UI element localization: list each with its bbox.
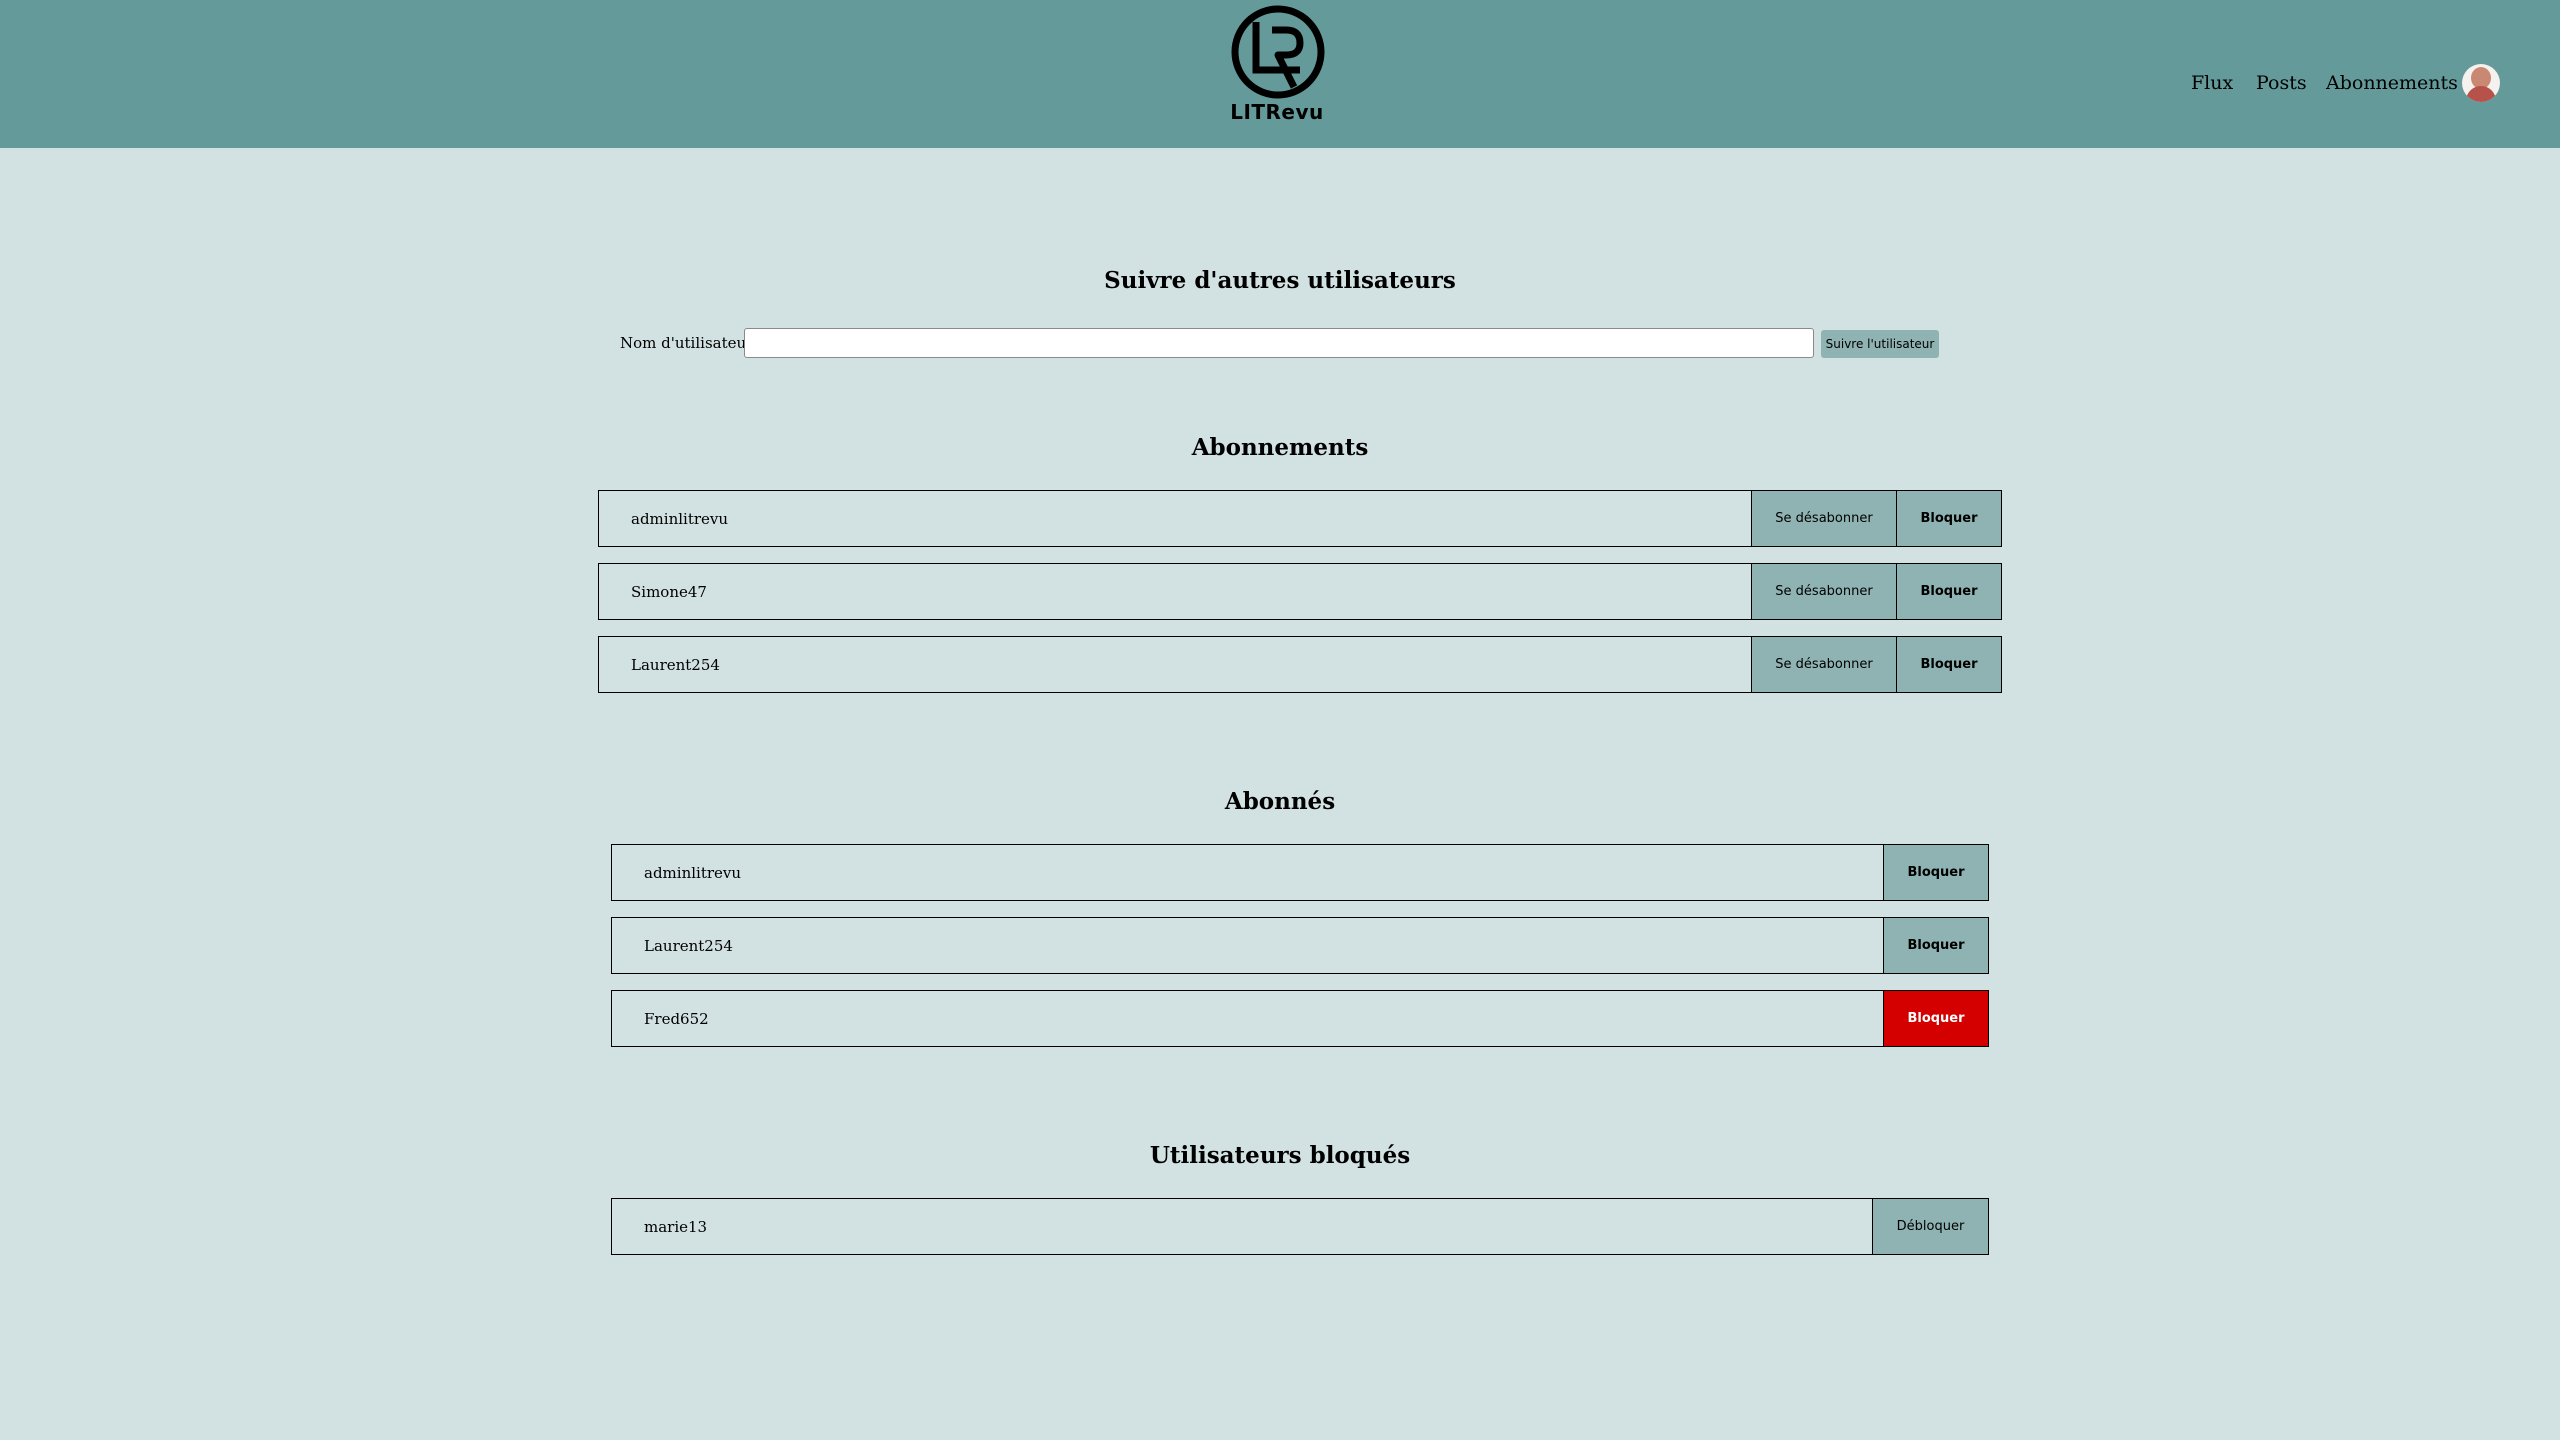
blocked-user-row: marie13 Débloquer	[611, 1198, 1989, 1255]
block-button-hovered[interactable]: Bloquer	[1883, 990, 1989, 1047]
username-label: Nom d'utilisateur :	[620, 334, 764, 352]
follower-row: adminlitrevu Bloquer	[611, 844, 1989, 901]
follower-row: Fred652 Bloquer	[611, 990, 1989, 1047]
user-avatar[interactable]	[2462, 64, 2500, 102]
nav-link-flux[interactable]: Flux	[2191, 72, 2233, 94]
follow-user-button[interactable]: Suivre l'utilisateur	[1821, 330, 1939, 358]
subscription-row: Laurent254 Se désabonner Bloquer	[598, 636, 2002, 693]
follower-username: adminlitrevu	[644, 864, 742, 882]
username-input[interactable]	[744, 328, 1814, 358]
abonnes-title: Abonnés	[1224, 788, 1336, 815]
subscription-username: adminlitrevu	[631, 510, 729, 528]
unblock-button[interactable]: Débloquer	[1872, 1198, 1989, 1255]
subscription-row: Simone47 Se désabonner Bloquer	[598, 563, 2002, 620]
follower-row: Laurent254 Bloquer	[611, 917, 1989, 974]
unsubscribe-button[interactable]: Se désabonner	[1751, 490, 1897, 547]
block-button[interactable]: Bloquer	[1883, 844, 1989, 901]
block-button[interactable]: Bloquer	[1896, 563, 2002, 620]
brand-name: LITRevu	[1230, 100, 1324, 124]
follow-section-title: Suivre d'autres utilisateurs	[1104, 267, 1456, 294]
nav-link-posts[interactable]: Posts	[2256, 72, 2307, 94]
avatar-body	[2466, 86, 2496, 102]
abonnements-title: Abonnements	[1191, 434, 1369, 461]
follower-username: Laurent254	[644, 937, 733, 955]
top-header: LITRevu Flux Posts Abonnements	[0, 0, 2560, 148]
unsubscribe-button[interactable]: Se désabonner	[1751, 563, 1897, 620]
block-button[interactable]: Bloquer	[1896, 636, 2002, 693]
subscription-username: Laurent254	[631, 656, 720, 674]
nav-link-abonnements[interactable]: Abonnements	[2326, 72, 2458, 94]
block-button[interactable]: Bloquer	[1896, 490, 2002, 547]
subscription-row: adminlitrevu Se désabonner Bloquer	[598, 490, 2002, 547]
subscription-username: Simone47	[631, 583, 707, 601]
blocked-users-title: Utilisateurs bloqués	[1149, 1142, 1411, 1169]
block-button[interactable]: Bloquer	[1883, 917, 1989, 974]
blocked-username: marie13	[644, 1218, 708, 1236]
unsubscribe-button[interactable]: Se désabonner	[1751, 636, 1897, 693]
follower-username: Fred652	[644, 1010, 709, 1028]
